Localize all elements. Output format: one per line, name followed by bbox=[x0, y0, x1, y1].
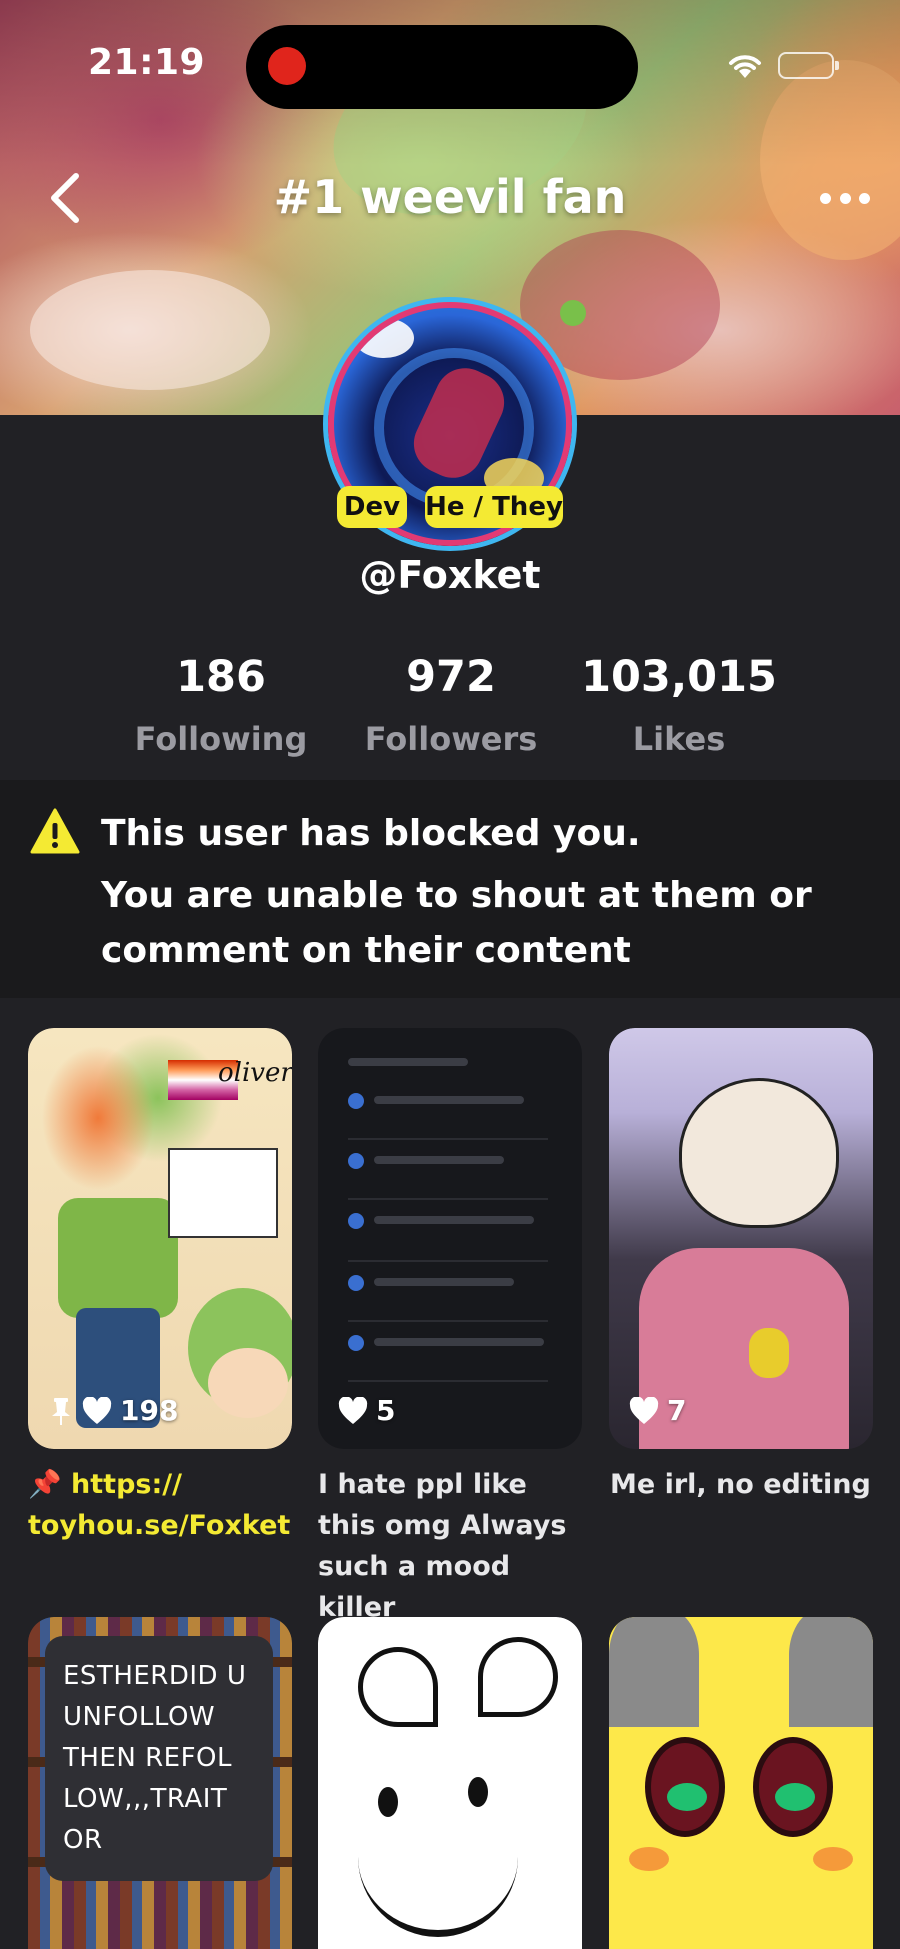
following-label: Following bbox=[134, 720, 308, 758]
likes-row: 198 bbox=[48, 1394, 178, 1427]
likes-stat[interactable]: 103,015 Likes bbox=[559, 652, 799, 758]
recording-indicator-icon bbox=[268, 47, 306, 85]
blocked-notice: This user has blocked you. You are unabl… bbox=[0, 780, 900, 998]
post-caption-link[interactable]: 📌 https:// toyhou.se/Foxket bbox=[28, 1464, 298, 1546]
likes-count: 5 bbox=[376, 1394, 396, 1427]
followers-count: 972 bbox=[406, 652, 496, 702]
likes-row: 5 bbox=[338, 1394, 395, 1427]
heart-icon bbox=[338, 1396, 368, 1424]
dynamic-island bbox=[246, 25, 638, 109]
page-title: #1 weevil fan bbox=[273, 170, 627, 224]
dot-icon bbox=[820, 192, 831, 204]
followers-stat[interactable]: 972 Followers bbox=[331, 652, 571, 758]
more-options-button[interactable] bbox=[820, 178, 870, 218]
following-stat[interactable]: 186 Following bbox=[101, 652, 341, 758]
warning-icon bbox=[30, 808, 80, 854]
dot-icon bbox=[839, 192, 851, 204]
back-button[interactable] bbox=[44, 170, 88, 226]
post-card[interactable]: 5 bbox=[318, 1028, 582, 1449]
thumbnail-text: oliver bbox=[218, 1058, 292, 1088]
role-badge: Dev bbox=[337, 486, 407, 528]
post-caption: I hate ppl like this omg Always such a m… bbox=[318, 1469, 567, 1623]
caption-text[interactable]: https:// toyhou.se/Foxket bbox=[28, 1469, 290, 1541]
notice-title: This user has blocked you. bbox=[101, 813, 641, 854]
likes-count: 7 bbox=[667, 1394, 687, 1427]
pronouns-badge: He / They bbox=[425, 486, 563, 528]
post-thumbnail bbox=[318, 1617, 582, 1949]
likes-count: 103,015 bbox=[581, 652, 777, 702]
username: @Foxket bbox=[359, 553, 541, 597]
followers-label: Followers bbox=[364, 720, 538, 758]
post-overlay-text: ESTHERDID U UNFOLLOW THEN REFOL LOW,,,TR… bbox=[45, 1636, 273, 1881]
post-card[interactable] bbox=[609, 1617, 873, 1949]
notice-body: You are unable to shout at them or comme… bbox=[101, 875, 812, 971]
pin-icon bbox=[52, 1397, 70, 1425]
status-time: 21:19 bbox=[88, 42, 206, 83]
following-count: 186 bbox=[176, 652, 266, 702]
post-caption: Me irl, no editing bbox=[610, 1469, 871, 1500]
heart-icon bbox=[629, 1396, 659, 1424]
likes-row: 7 bbox=[629, 1394, 686, 1427]
dot-icon bbox=[859, 192, 870, 204]
heart-icon bbox=[82, 1396, 112, 1424]
post-thumbnail bbox=[609, 1617, 873, 1949]
post-card[interactable] bbox=[318, 1617, 582, 1949]
battery-icon bbox=[778, 52, 839, 79]
post-thumbnail: 7 bbox=[609, 1028, 873, 1449]
wifi-icon bbox=[729, 55, 761, 78]
post-card[interactable]: oliver 198 bbox=[28, 1028, 292, 1449]
likes-count: 198 bbox=[120, 1394, 179, 1427]
post-card[interactable]: 7 bbox=[609, 1028, 873, 1449]
post-thumbnail: oliver 198 bbox=[28, 1028, 292, 1449]
post-thumbnail: 5 bbox=[318, 1028, 582, 1449]
pin-emoji: 📌 bbox=[28, 1469, 62, 1500]
likes-label: Likes bbox=[632, 720, 726, 758]
